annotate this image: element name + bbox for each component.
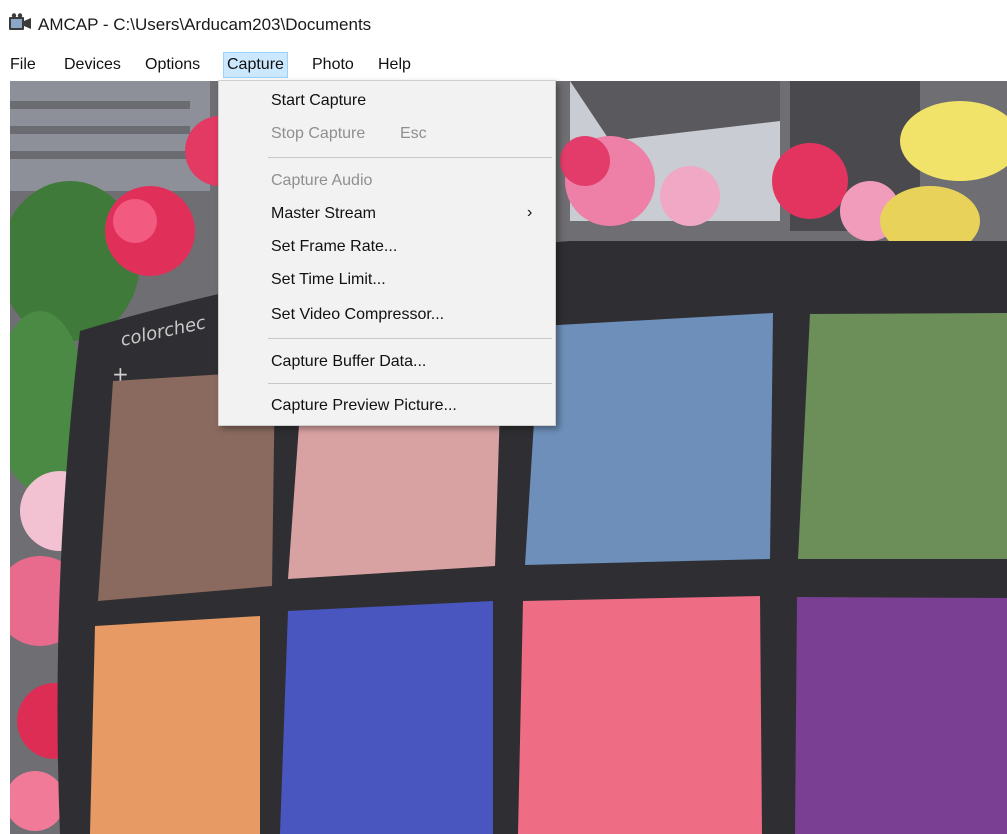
stop-capture-shortcut: Esc [400, 125, 427, 142]
menu-item-set-video-compressor[interactable]: Set Video Compressor... [219, 299, 555, 331]
chevron-right-icon: › [527, 204, 533, 221]
menu-item-stop-capture[interactable]: Stop Capture Esc [219, 118, 555, 150]
set-video-compressor-label: Set Video Compressor... [271, 306, 445, 323]
window-title: AMCAP - C:\Users\Arducam203\Documents [38, 15, 372, 34]
menu-item-capture-buffer-data[interactable]: Capture Buffer Data... [219, 346, 555, 378]
master-stream-label: Master Stream [271, 205, 376, 222]
stop-capture-label: Stop Capture [271, 125, 366, 142]
set-frame-rate-label: Set Frame Rate... [271, 238, 398, 255]
capture-preview-picture-label: Capture Preview Picture... [271, 397, 457, 414]
menu-separator [268, 338, 552, 339]
menu-item-set-frame-rate[interactable]: Set Frame Rate... [219, 231, 555, 263]
menu-photo[interactable]: Photo [308, 53, 358, 77]
menu-item-master-stream[interactable]: Master Stream › [219, 198, 555, 230]
start-capture-label: Start Capture [271, 92, 367, 109]
title-bar: AMCAP - C:\Users\Arducam203\Documents [0, 0, 1007, 48]
menu-separator [268, 383, 552, 384]
menu-options[interactable]: Options [141, 53, 204, 77]
menu-help[interactable]: Help [374, 53, 415, 77]
menu-devices[interactable]: Devices [60, 53, 125, 77]
menu-item-start-capture[interactable]: Start Capture [219, 85, 555, 117]
menu-item-capture-audio[interactable]: Capture Audio [219, 165, 555, 197]
menu-item-capture-preview-picture[interactable]: Capture Preview Picture... [219, 390, 555, 422]
menu-item-set-time-limit[interactable]: Set Time Limit... [219, 264, 555, 296]
capture-audio-label: Capture Audio [271, 172, 373, 189]
capture-buffer-data-label: Capture Buffer Data... [271, 353, 427, 370]
menu-separator [268, 157, 552, 158]
menu-bar: File Devices Options Capture Photo Help [0, 48, 1007, 81]
camera-icon [9, 13, 31, 30]
capture-dropdown-menu: Start Capture Stop Capture Esc Capture A… [218, 80, 556, 426]
set-time-limit-label: Set Time Limit... [271, 271, 386, 288]
menu-capture[interactable]: Capture [223, 52, 288, 78]
menu-file[interactable]: File [6, 53, 40, 77]
